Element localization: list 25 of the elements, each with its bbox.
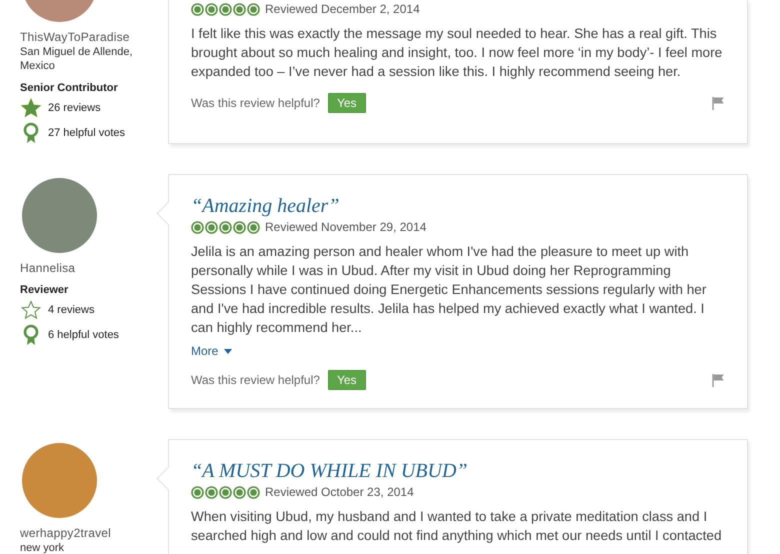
flag-icon[interactable] — [711, 96, 725, 110]
contributor-level: Reviewer — [20, 284, 68, 296]
flag-icon[interactable] — [711, 373, 725, 387]
helpful-question: Was this review helpful? — [191, 373, 320, 387]
user-location: new york — [20, 541, 66, 554]
more-link[interactable]: More — [191, 344, 232, 358]
user-location: San Miguel de Allende, Mexico — [20, 45, 134, 73]
username[interactable]: Hannelisa — [20, 261, 76, 275]
username[interactable]: werhappy2travel — [20, 526, 112, 540]
review-text: When visiting Ubud, my husband and I wanted to take a private meditation class and I searched high and low and could not find anything which met our needs until I contacted — [191, 508, 723, 545]
review-date: Reviewed October 23, 2014 — [265, 485, 414, 499]
contributor-level: Senior Contributor — [20, 82, 118, 94]
review-text: Jelila is an amazing person and healer whom I've had the pleasure to meet up with personally while I was in Ubud. After my visit in Ubud doing her Reprogramming Sessions I have continued doing Energetic Enhancements sessions regularly with her and I've had incredible results. Jelila has helped my achieved exactly what I wanted. I can highly recommend her... — [191, 243, 708, 337]
helpful-votes: 6 helpful votes — [48, 329, 119, 341]
review-date: Reviewed November 29, 2014 — [265, 220, 426, 234]
username[interactable]: ThisWayToParadise — [20, 30, 130, 44]
review-title[interactable]: “A MUST DO WHILE IN UBUD” — [191, 460, 725, 483]
review-date: Reviewed December 2, 2014 — [265, 2, 420, 16]
review-count: 4 reviews — [48, 304, 94, 316]
helpful-votes: 27 helpful votes — [48, 127, 126, 139]
review-title[interactable]: “Amazing healer” — [191, 195, 725, 218]
helpful-question: Was this review helpful? — [191, 96, 320, 110]
caret-icon — [224, 348, 232, 354]
review-count: 26 reviews — [48, 102, 101, 114]
review-text: I felt like this was exactly the message my soul needed to hear. She has a real gift. This brought about so much healing and insight, too. I now feel more ‘in my body’- I feel more expanded too – I’ve never had a session like this. I highly recommend seeing her. — [191, 25, 724, 81]
